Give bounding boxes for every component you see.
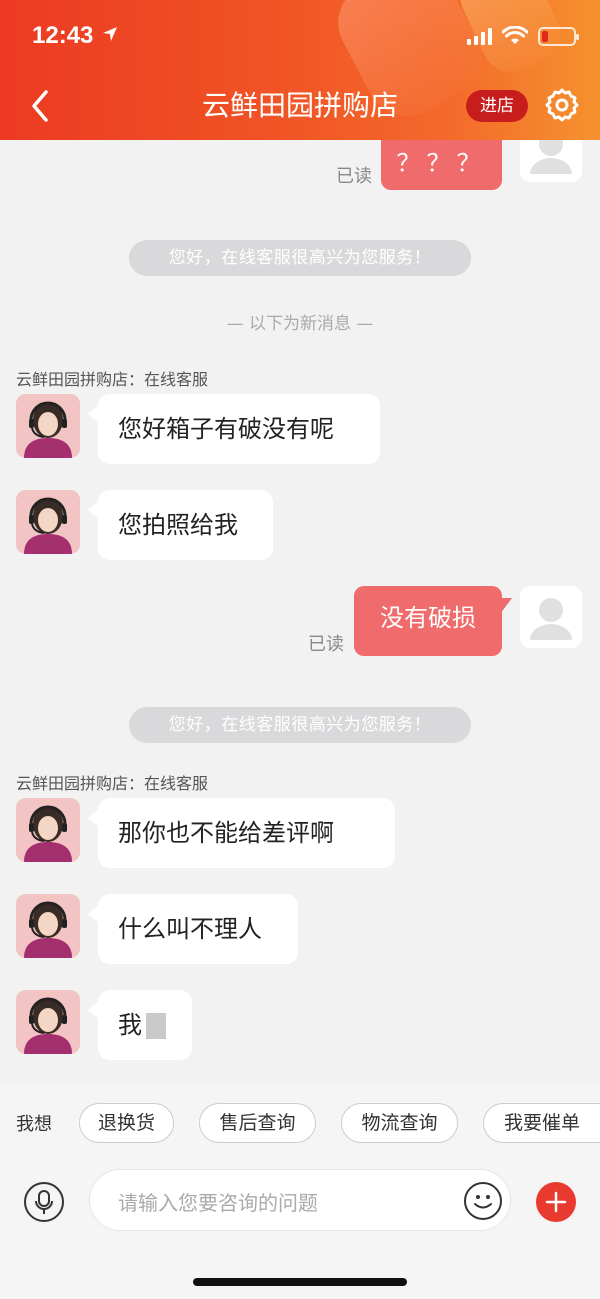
- message-input[interactable]: 请输入您要咨询的问题: [89, 1169, 511, 1231]
- user-silhouette-icon: [530, 598, 572, 640]
- location-arrow-icon: [103, 27, 117, 41]
- customer-service-icon: [16, 798, 80, 862]
- agent-avatar[interactable]: [16, 490, 80, 554]
- user-avatar[interactable]: [520, 586, 582, 648]
- customer-service-icon: [16, 394, 80, 458]
- home-indicator[interactable]: [193, 1278, 407, 1286]
- message-bubble-incoming[interactable]: 您好箱子有破没有呢: [88, 394, 380, 464]
- enter-store-button[interactable]: 进店: [466, 90, 528, 122]
- read-receipt: 已读: [336, 166, 372, 187]
- message-bubble-incoming[interactable]: 您拍照给我: [88, 490, 273, 560]
- input-bar: 请输入您要咨询的问题: [0, 1158, 600, 1299]
- message-bubble-incoming[interactable]: 什么叫不理人: [88, 894, 298, 964]
- new-messages-divider: — 以下为新消息 —: [226, 314, 374, 334]
- read-receipt: 已读: [308, 634, 344, 655]
- message-bubble-outgoing[interactable]: 没有破损: [354, 586, 502, 656]
- emoji-button[interactable]: [464, 1182, 502, 1220]
- user-avatar[interactable]: [520, 140, 582, 182]
- smiley-icon: [474, 1195, 492, 1209]
- agent-avatar[interactable]: [16, 394, 80, 458]
- message-text: 我: [118, 1011, 142, 1039]
- quick-reply-bar: 我想 退换货 售后查询 物流查询 我要催单: [0, 1086, 600, 1158]
- message-bubble-incoming[interactable]: 我: [88, 990, 192, 1060]
- battery-icon: [538, 26, 579, 46]
- message-bubble-outgoing[interactable]: ？？？: [381, 140, 502, 190]
- quick-reply-logistics[interactable]: 物流查询: [341, 1103, 458, 1143]
- nav-header: 12:43 云鲜田园拼购店 进店: [0, 0, 600, 140]
- customer-service-icon: [16, 894, 80, 958]
- user-silhouette-icon: [530, 140, 572, 174]
- microphone-button[interactable]: [24, 1182, 64, 1222]
- plus-icon: [545, 1191, 567, 1213]
- system-message: 您好，在线客服很高兴为您服务！: [129, 240, 471, 276]
- quick-reply-label: 我想: [16, 1114, 52, 1135]
- agent-avatar[interactable]: [16, 894, 80, 958]
- signal-icon: [467, 27, 492, 45]
- more-actions-button[interactable]: [536, 1182, 576, 1222]
- status-time: 12:43: [32, 22, 94, 49]
- customer-service-icon: [16, 490, 80, 554]
- sender-label: 云鲜田园拼购店：在线客服: [16, 774, 209, 793]
- gear-icon[interactable]: [544, 87, 580, 123]
- system-message: 您好，在线客服很高兴为您服务！: [129, 707, 471, 743]
- status-indicators: [467, 24, 579, 48]
- wifi-icon: [502, 26, 528, 44]
- agent-avatar[interactable]: [16, 798, 80, 862]
- redacted-block: [146, 1013, 166, 1039]
- quick-reply-aftersales[interactable]: 售后查询: [199, 1103, 316, 1143]
- bubble-tail: [500, 598, 512, 614]
- quick-reply-return[interactable]: 退换货: [79, 1103, 174, 1143]
- microphone-icon: [35, 1190, 53, 1214]
- sender-label: 云鲜田园拼购店：在线客服: [16, 370, 209, 389]
- chat-area[interactable]: 已读 ？？？ 您好，在线客服很高兴为您服务！ — 以下为新消息 — 云鲜田园拼购…: [0, 140, 600, 1086]
- quick-reply-urge[interactable]: 我要催单: [483, 1103, 600, 1143]
- message-bubble-incoming[interactable]: 那你也不能给差评啊: [88, 798, 395, 868]
- customer-service-icon: [16, 990, 80, 1054]
- message-input-placeholder: 请输入您要咨询的问题: [118, 1191, 318, 1215]
- agent-avatar[interactable]: [16, 990, 80, 1054]
